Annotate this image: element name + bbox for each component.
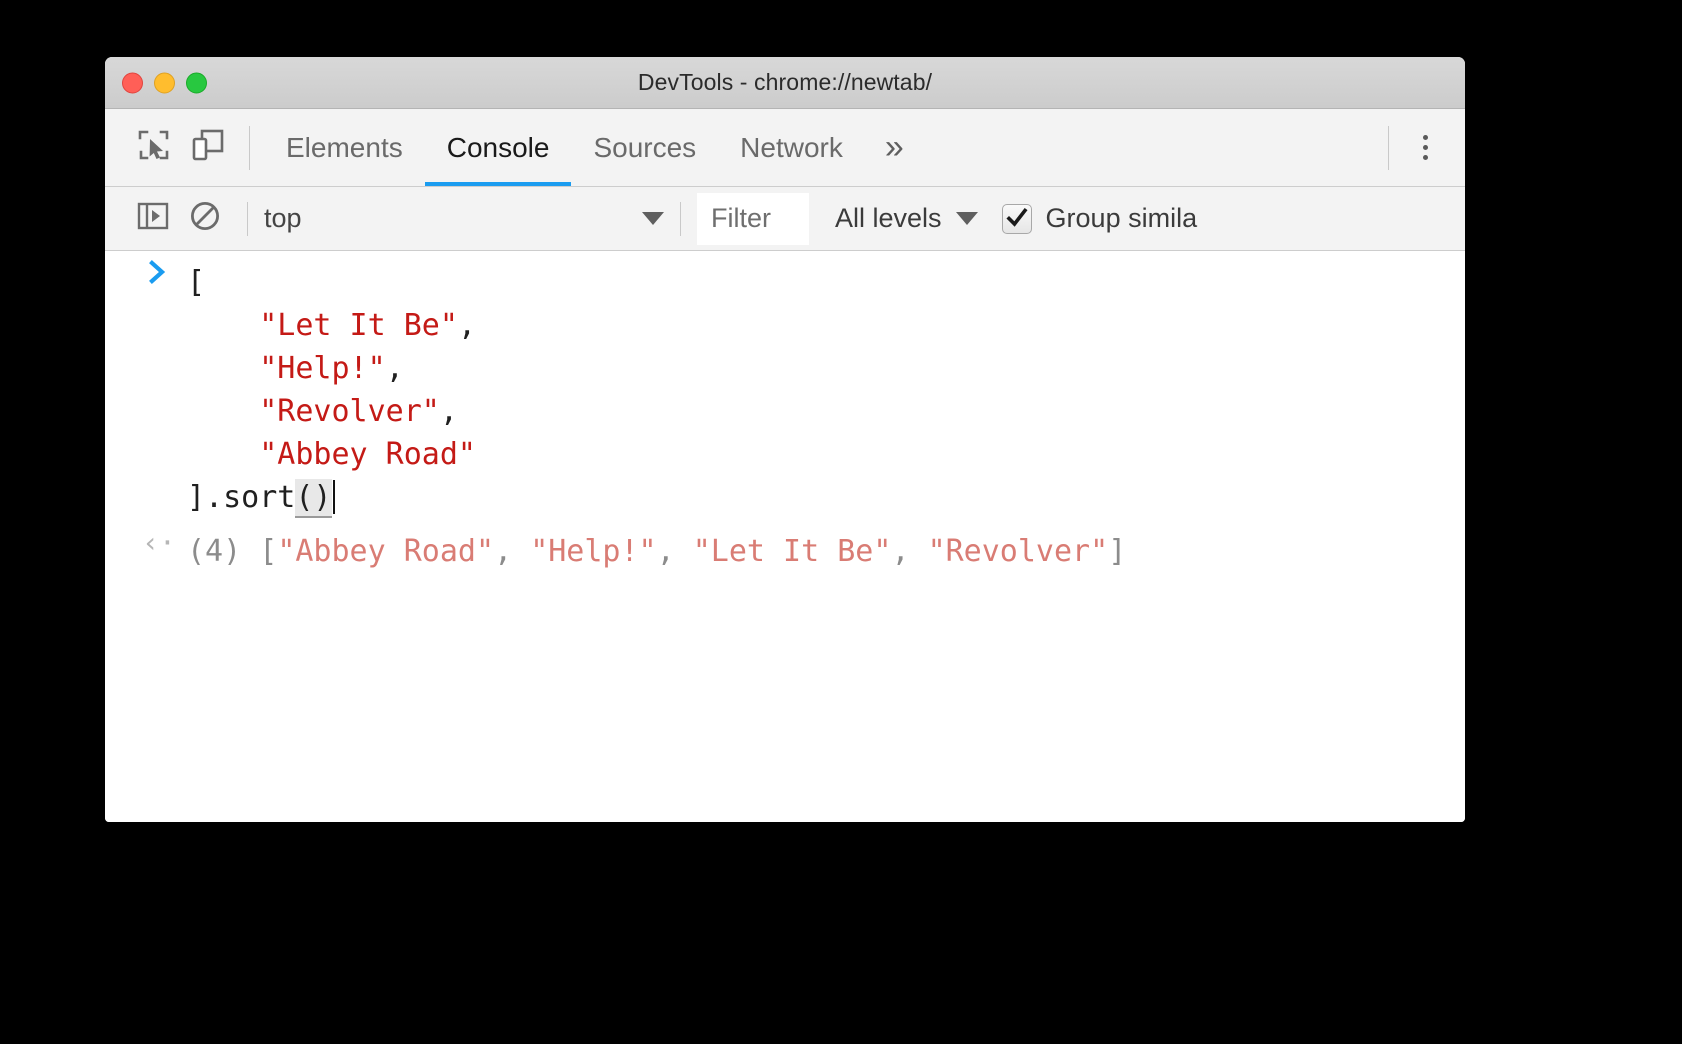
array-comma-2: ,	[440, 394, 458, 429]
result-close-bracket: ]	[1108, 534, 1126, 569]
array-comma-1: ,	[386, 351, 404, 386]
result-count: (4)	[187, 534, 241, 569]
devtools-main-menu-button[interactable]	[1403, 121, 1447, 175]
tab-network-label: Network	[740, 132, 843, 164]
log-levels-value: All levels	[835, 203, 942, 234]
device-toolbar-button[interactable]	[181, 121, 235, 175]
array-item-2: "Revolver"	[259, 394, 440, 429]
clear-console-button[interactable]	[179, 193, 231, 245]
kebab-dot-1	[1423, 135, 1428, 140]
more-tabs-button[interactable]: »	[865, 109, 924, 186]
tab-network[interactable]: Network	[718, 109, 865, 186]
console-toolbar: top Filter All levels Group simila	[105, 187, 1465, 251]
clear-console-icon	[188, 199, 222, 238]
close-window-button[interactable]	[122, 72, 143, 93]
console-filter-placeholder: Filter	[711, 203, 771, 234]
prompt-arrow-icon	[146, 257, 172, 287]
console-result-gutter: ‹·	[131, 519, 187, 561]
array-item-1: "Help!"	[259, 351, 385, 386]
minimize-window-button[interactable]	[154, 72, 175, 93]
array-item-3: "Abbey Road"	[259, 437, 476, 472]
maximize-window-button[interactable]	[186, 72, 207, 93]
kebab-dot-3	[1423, 155, 1428, 160]
sidebar-toggle-icon	[136, 199, 170, 238]
inspect-element-icon	[136, 127, 172, 168]
group-similar-control[interactable]: Group simila	[1002, 203, 1198, 234]
chevron-down-icon	[642, 212, 664, 225]
text-cursor	[333, 480, 335, 514]
sort-call-parens: ()	[295, 479, 331, 518]
device-toolbar-icon	[190, 127, 226, 168]
array-comma-0: ,	[458, 308, 476, 343]
tab-elements[interactable]: Elements	[264, 109, 425, 186]
traffic-lights	[122, 72, 207, 93]
tab-console[interactable]: Console	[425, 109, 572, 186]
kebab-dot-2	[1423, 145, 1428, 150]
devtools-window: DevTools - chrome://newtab/ Eleme	[105, 57, 1465, 822]
tabbar-right-divider	[1388, 126, 1389, 170]
window-titlebar: DevTools - chrome://newtab/	[105, 57, 1465, 109]
console-input-row[interactable]: [ "Let It Be", "Help!", "Revolver", "Abb…	[105, 251, 1465, 519]
log-levels-selector[interactable]: All levels	[835, 203, 978, 234]
execution-context-value: top	[264, 203, 642, 234]
group-similar-checkbox[interactable]	[1002, 204, 1032, 234]
console-message-list[interactable]: [ "Let It Be", "Help!", "Revolver", "Abb…	[105, 251, 1465, 822]
tab-console-label: Console	[447, 132, 550, 164]
sort-call-prefix: ].sort	[187, 480, 295, 515]
result-item-1: "Help!"	[530, 534, 656, 569]
result-separator-2: ,	[891, 534, 927, 569]
devtools-tabbar: Elements Console Sources Network »	[105, 109, 1465, 187]
array-item-0: "Let It Be"	[259, 308, 458, 343]
execution-context-selector[interactable]: top	[264, 203, 664, 234]
tabbar-divider	[249, 126, 250, 170]
console-result-row[interactable]: ‹· (4) ["Abbey Road", "Help!", "Let It B…	[105, 519, 1465, 573]
console-filter-input[interactable]: Filter	[697, 193, 809, 245]
return-value-arrow-icon: ‹·	[142, 525, 176, 561]
tab-sources-label: Sources	[593, 132, 696, 164]
console-result-value[interactable]: (4) ["Abbey Road", "Help!", "Let It Be",…	[187, 530, 1126, 573]
tabbar-right-group	[1374, 121, 1465, 175]
console-sidebar-toggle-button[interactable]	[127, 193, 179, 245]
window-title: DevTools - chrome://newtab/	[638, 69, 932, 96]
console-prompt-gutter	[131, 251, 187, 287]
result-open-bracket: [	[259, 534, 277, 569]
tab-sources[interactable]: Sources	[571, 109, 718, 186]
chevron-double-right-icon: »	[885, 128, 904, 167]
toolbar-divider-1	[247, 202, 248, 236]
group-similar-label: Group simila	[1046, 203, 1198, 234]
inspect-element-button[interactable]	[127, 121, 181, 175]
result-separator-0: ,	[494, 534, 530, 569]
result-separator-1: ,	[657, 534, 693, 569]
chevron-down-icon	[956, 212, 978, 225]
result-item-3: "Revolver"	[928, 534, 1109, 569]
result-item-2: "Let It Be"	[693, 534, 892, 569]
devtools-tabs: Elements Console Sources Network »	[264, 109, 924, 186]
toolbar-divider-2	[680, 202, 681, 236]
console-input-expression[interactable]: [ "Let It Be", "Help!", "Revolver", "Abb…	[187, 251, 1465, 519]
tab-elements-label: Elements	[286, 132, 403, 164]
array-open-bracket: [	[187, 265, 205, 300]
result-item-0: "Abbey Road"	[277, 534, 494, 569]
checkmark-icon	[1005, 206, 1029, 230]
